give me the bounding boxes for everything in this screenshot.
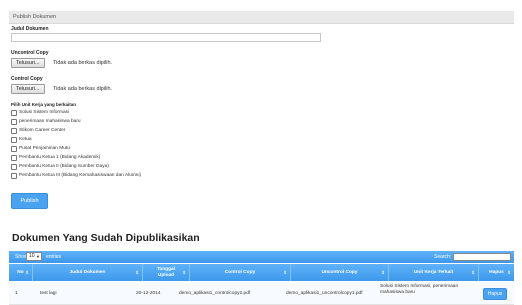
table-row: 1 test lagi 20-12-2014 demo_aplikasi1_co…	[9, 282, 514, 305]
unit-checkbox[interactable]	[11, 145, 17, 152]
unit-checkbox-row[interactable]: Pembantu Ketua II (Bidang Sumber Daya)	[11, 163, 109, 170]
column-label: Uncontrol Copy	[321, 269, 358, 275]
unit-checkbox-row[interactable]: Stikom Career Center	[11, 127, 65, 134]
unit-checkbox-label: Pembantu Ketua II (Bidang Sumber Daya)	[19, 164, 109, 169]
chevron-down-icon: ▼	[36, 254, 40, 259]
unit-checkbox[interactable]	[11, 109, 17, 116]
unit-checkbox[interactable]	[11, 163, 17, 170]
unit-checkbox[interactable]	[11, 154, 17, 161]
unit-checkbox-label: Pusat Penjaminan Mutu	[19, 146, 70, 151]
unit-checkbox-label: penerimaan mahasiswa baru	[19, 119, 81, 124]
unit-checkbox[interactable]	[11, 172, 17, 179]
cell-control: demo_aplikasi1_controlcopy2.pdf	[179, 291, 251, 296]
entries-value: 10	[29, 253, 35, 259]
column-label: Unit Kerja Terkait	[413, 269, 454, 275]
cell-no: 1	[15, 291, 18, 296]
column-label: Judul Dokumen	[69, 269, 106, 275]
column-judul[interactable]: Judul Dokumen ⇕	[33, 264, 143, 281]
control-browse-button[interactable]: Telusuri...	[11, 84, 45, 94]
table-header: No ⇕ Judul Dokumen ⇕ Tanggal Upload ⇕ Co…	[9, 264, 514, 281]
search-label: Search:	[434, 254, 452, 260]
column-uncontrol[interactable]: Uncontrol Copy ⇕	[291, 264, 389, 281]
cell-tanggal: 20-12-2014	[136, 291, 161, 296]
cell-unit: Solusi Sistem Informasi, penerimaan maha…	[380, 284, 459, 295]
column-unit[interactable]: Unit Kerja Terkait ⇕	[389, 264, 479, 281]
uncontrol-label: Uncontrol Copy	[11, 50, 49, 56]
judul-label: Judul Dokumen	[11, 26, 49, 32]
unit-checkbox-label: Ketua	[19, 137, 32, 142]
column-control[interactable]: Control Copy ⇕	[190, 264, 291, 281]
unit-checkbox-label: Stikom Career Center	[19, 128, 66, 133]
column-label: Tanggal Upload	[156, 267, 176, 278]
column-tanggal[interactable]: Tanggal Upload ⇕	[143, 264, 190, 281]
cell-judul: test lagi	[40, 291, 57, 296]
search-input[interactable]	[453, 253, 511, 261]
control-label: Control Copy	[11, 76, 43, 82]
column-label: No	[17, 269, 24, 275]
column-label: Hapus	[489, 269, 504, 275]
cell-uncontrol: demo_aplikasi1_uncontrolcopy1.pdf	[286, 291, 363, 296]
unit-checkbox-row[interactable]: penerimaan mahasiswa baru	[11, 118, 81, 125]
datatable-toolbar: Show 10 ▼ entries Search:	[9, 251, 514, 263]
unit-checkbox-row[interactable]: Solusi Sistem Informasi	[11, 109, 69, 116]
unit-checkbox-row[interactable]: Ketua	[11, 136, 32, 143]
sort-arrows-icon: ⇕	[25, 270, 29, 275]
panel-title: Publish Dokumen	[13, 14, 57, 20]
sort-arrows-icon: ⇕	[182, 270, 186, 275]
unit-checkbox-row[interactable]: Pusat Penjaminan Mutu	[11, 145, 70, 152]
unit-checkbox[interactable]	[11, 127, 17, 134]
sort-arrows-icon: ⇕	[283, 270, 287, 275]
delete-button[interactable]: Hapus	[483, 288, 507, 300]
unit-checkbox-row[interactable]: Pembantu Ketua 1 (Bidang Akademik)	[11, 154, 100, 161]
panel-header: Publish Dokumen	[9, 11, 514, 24]
unit-checkbox[interactable]	[11, 118, 17, 125]
unit-checkbox-label: Pembantu Ketua III (Bidang Kemahasiswaan…	[19, 173, 142, 178]
entries-label: entries	[46, 254, 62, 260]
entries-select[interactable]: 10 ▼	[26, 252, 42, 261]
published-heading: Dokumen Yang Sudah Dipublikasikan	[12, 232, 200, 244]
column-hapus[interactable]: Hapus ⇕	[479, 264, 514, 281]
unit-checkbox-row[interactable]: Pembantu Ketua III (Bidang Kemahasiswaan…	[11, 172, 141, 179]
unit-label: Pilih Unit Kerja yang berkaitan	[11, 102, 77, 107]
control-file-status: Tidak ada berkas dipilih.	[53, 86, 113, 92]
sort-arrows-icon: ⇕	[381, 270, 385, 275]
sort-arrows-icon: ⇕	[507, 270, 511, 275]
uncontrol-file-status: Tidak ada berkas dipilih.	[53, 60, 113, 66]
unit-checkbox-label: Solusi Sistem Informasi	[19, 110, 70, 115]
column-label: Control Copy	[224, 269, 256, 275]
unit-checkbox-label: Pembantu Ketua 1 (Bidang Akademik)	[19, 155, 101, 160]
sort-arrows-icon: ⇕	[471, 270, 475, 275]
column-no[interactable]: No ⇕	[9, 264, 33, 281]
unit-checkbox[interactable]	[11, 136, 17, 143]
judul-input[interactable]	[11, 33, 321, 42]
uncontrol-browse-button[interactable]: Telusuri...	[11, 58, 45, 68]
publish-button[interactable]: Publish	[11, 193, 48, 209]
sort-arrows-icon: ⇕	[135, 270, 139, 275]
